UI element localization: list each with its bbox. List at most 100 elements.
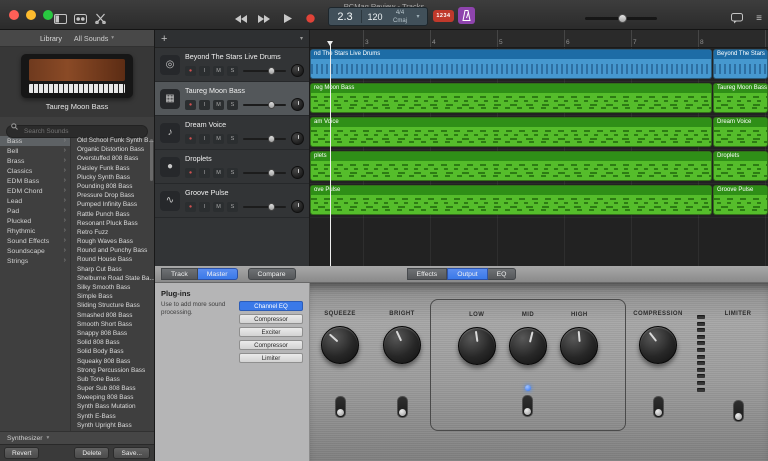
input-monitor-button[interactable]: I [199, 168, 210, 178]
record-button[interactable] [302, 11, 318, 26]
category-item[interactable]: Strings › [0, 256, 70, 266]
category-item[interactable]: EDM Bass › [0, 176, 70, 186]
metronome-button[interactable] [458, 7, 475, 24]
editors-toggle-button[interactable] [92, 11, 108, 26]
squeeze-switch[interactable] [335, 396, 346, 418]
control-bar-tab[interactable]: Track [161, 268, 198, 280]
sound-list-item[interactable]: Smashed 808 Bass [71, 311, 154, 320]
count-in-button[interactable]: 1234 [433, 10, 454, 22]
plugin-slot[interactable]: Limiter [239, 353, 303, 363]
sound-list-item[interactable]: Strong Percussion Bass [71, 366, 154, 375]
add-track-button[interactable]: + [161, 34, 167, 44]
compression-switch[interactable] [653, 396, 664, 418]
region[interactable]: Groove Pulse [713, 185, 768, 215]
sound-list-item[interactable]: Sharp Cut Bass [71, 265, 154, 274]
master-volume-slider[interactable] [585, 14, 657, 23]
track-header[interactable]: ◎ Beyond The Stars Live Drums ● I M S [155, 48, 309, 82]
sound-list-item[interactable]: Shelburne Road State Ba... [71, 274, 154, 283]
rewind-button[interactable] [233, 11, 249, 26]
mute-button[interactable]: M [213, 66, 224, 76]
mute-button[interactable]: M [213, 168, 224, 178]
sound-list-item[interactable]: Synth E-Bass [71, 412, 154, 421]
lcd-display[interactable]: 2.3 120 4/4 Cmaj ▾ [328, 7, 428, 26]
volume-thumb[interactable] [618, 14, 627, 23]
bright-switch[interactable] [397, 396, 408, 418]
record-enable-button[interactable]: ● [185, 66, 196, 76]
pan-knob[interactable] [291, 200, 304, 213]
ruler[interactable]: 345678 [310, 30, 768, 48]
view-tab[interactable]: EQ [488, 268, 517, 280]
sound-list-item[interactable]: Synth Upright Bass [71, 421, 154, 430]
sound-list-item[interactable]: Paisley Funk Bass [71, 164, 154, 173]
plugin-slot[interactable]: Compressor [239, 314, 303, 324]
forward-button[interactable] [256, 11, 272, 26]
solo-button[interactable]: S [227, 66, 238, 76]
volume-thumb[interactable] [268, 169, 276, 177]
input-monitor-button[interactable]: I [199, 134, 210, 144]
input-monitor-button[interactable]: I [199, 66, 210, 76]
category-item[interactable]: Brass › [0, 156, 70, 166]
sound-list-item[interactable]: Old School Funk Synth B... [71, 136, 154, 145]
volume-thumb[interactable] [268, 135, 276, 143]
sound-list-item[interactable]: Rough Waves Bass [71, 237, 154, 246]
track-header[interactable]: ♪ Dream Voice ● I M S [155, 116, 309, 150]
solo-button[interactable]: S [227, 168, 238, 178]
quick-help-icon[interactable] [729, 11, 745, 26]
sound-list-item[interactable]: Simple Bass [71, 292, 154, 301]
sound-list-item[interactable]: Rattle Punch Bass [71, 210, 154, 219]
sound-list-item[interactable]: Smooth Short Bass [71, 320, 154, 329]
mute-button[interactable]: M [213, 134, 224, 144]
sound-list-item[interactable]: Super Sub 808 Bass [71, 384, 154, 393]
sound-list-item[interactable]: Overstuffed 808 Bass [71, 154, 154, 163]
region[interactable]: Beyond The Stars Live Drums [713, 49, 768, 79]
category-item[interactable]: Lead › [0, 196, 70, 206]
category-item[interactable]: Classics › [0, 166, 70, 176]
sound-list-item[interactable]: Synth Bass Mutation [71, 402, 154, 411]
sound-list-item[interactable]: Pumped Infinity Bass [71, 200, 154, 209]
plugin-slot[interactable]: Exciter [239, 327, 303, 337]
sound-list-item[interactable]: Solid Body Bass [71, 347, 154, 356]
sound-list-item[interactable]: Sweeping 808 Bass [71, 393, 154, 402]
volume-thumb[interactable] [268, 203, 276, 211]
view-tab[interactable]: Effects [407, 268, 448, 280]
sound-list-item[interactable]: Organic Distortion Bass [71, 145, 154, 154]
region[interactable]: Taureg Moon Bass [713, 83, 768, 113]
record-enable-button[interactable]: ● [185, 202, 196, 212]
limiter-switch[interactable] [733, 400, 744, 422]
playhead-handle[interactable] [327, 41, 333, 49]
volume-slider[interactable] [243, 67, 286, 75]
solo-button[interactable]: S [227, 100, 238, 110]
volume-thumb[interactable] [268, 67, 276, 75]
category-item[interactable]: Soundscape › [0, 246, 70, 256]
solo-button[interactable]: S [227, 134, 238, 144]
mute-button[interactable]: M [213, 100, 224, 110]
sound-list-item[interactable]: Retro Fuzz [71, 228, 154, 237]
sound-list-item[interactable]: Round and Punchy Bass [71, 246, 154, 255]
smart-controls-toggle-button[interactable] [72, 11, 88, 26]
record-enable-button[interactable]: ● [185, 100, 196, 110]
solo-button[interactable]: S [227, 202, 238, 212]
volume-slider[interactable] [243, 203, 286, 211]
region[interactable]: nd The Stars Live Drums [310, 49, 712, 79]
minimize-button[interactable] [26, 10, 36, 20]
sound-list-item[interactable]: Pounding 808 Bass [71, 182, 154, 191]
bright-knob[interactable] [383, 326, 421, 364]
pan-knob[interactable] [291, 98, 304, 111]
high-knob[interactable] [560, 327, 598, 365]
sound-list-item[interactable]: Squeaky 808 Bass [71, 357, 154, 366]
play-button[interactable] [279, 11, 295, 26]
volume-thumb[interactable] [268, 101, 276, 109]
category-item[interactable]: Bell › [0, 146, 70, 156]
category-item[interactable]: EDM Chord › [0, 186, 70, 196]
library-toggle-button[interactable] [52, 11, 68, 26]
volume-slider[interactable] [243, 101, 286, 109]
plugin-slot[interactable]: Channel EQ [239, 301, 303, 311]
volume-slider[interactable] [243, 169, 286, 177]
volume-slider[interactable] [243, 135, 286, 143]
sound-list-item[interactable]: Plucky Synth Bass [71, 173, 154, 182]
category-item[interactable]: Sound Effects › [0, 236, 70, 246]
input-monitor-button[interactable]: I [199, 202, 210, 212]
mid-knob[interactable] [509, 327, 547, 365]
region[interactable]: Dream Voice [713, 117, 768, 147]
pan-knob[interactable] [291, 166, 304, 179]
